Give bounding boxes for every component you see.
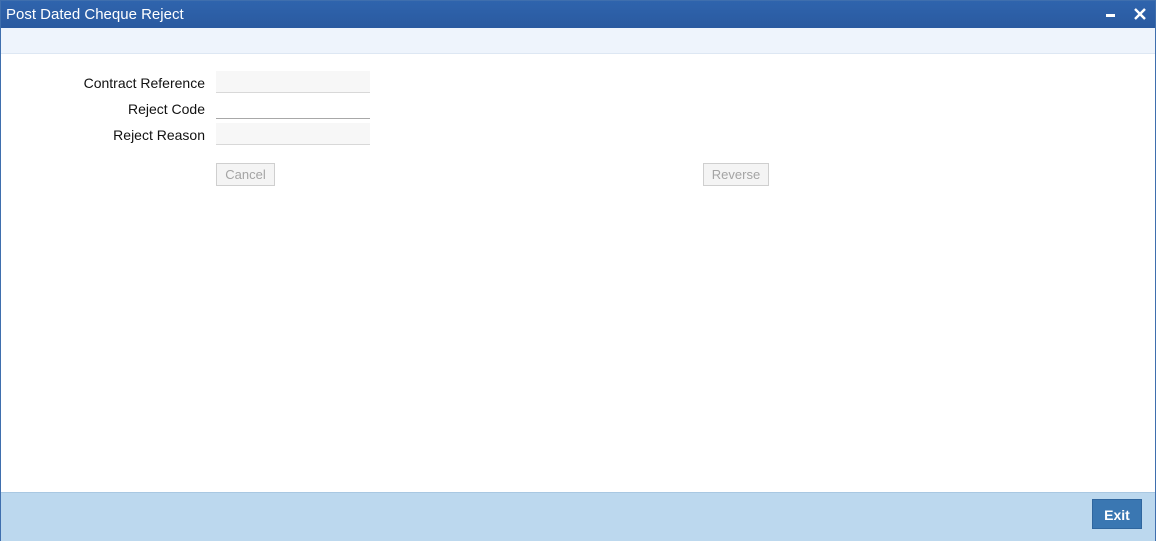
- window-title: Post Dated Cheque Reject: [6, 6, 184, 23]
- reject-code-label: Reject Code: [127, 101, 205, 117]
- contract-reference-label: Contract Reference: [83, 75, 205, 91]
- reject-reason-label: Reject Reason: [113, 127, 205, 143]
- title-bar[interactable]: Post Dated Cheque Reject: [1, 1, 1155, 28]
- close-icon: [1134, 8, 1146, 20]
- toolbar-strip: [1, 28, 1155, 54]
- reverse-button[interactable]: Reverse: [703, 163, 769, 186]
- reject-code-field[interactable]: [216, 97, 370, 119]
- contract-reference-field[interactable]: [216, 71, 370, 93]
- footer-bar: Exit: [1, 492, 1155, 541]
- close-button[interactable]: [1131, 5, 1149, 23]
- dialog-window: Post Dated Cheque Reject Contract Refere…: [0, 0, 1156, 541]
- reject-reason-field[interactable]: [216, 123, 370, 145]
- exit-button[interactable]: Exit: [1092, 499, 1142, 529]
- cancel-button[interactable]: Cancel: [216, 163, 275, 186]
- minimize-icon: [1106, 14, 1115, 17]
- minimize-button[interactable]: [1101, 5, 1119, 23]
